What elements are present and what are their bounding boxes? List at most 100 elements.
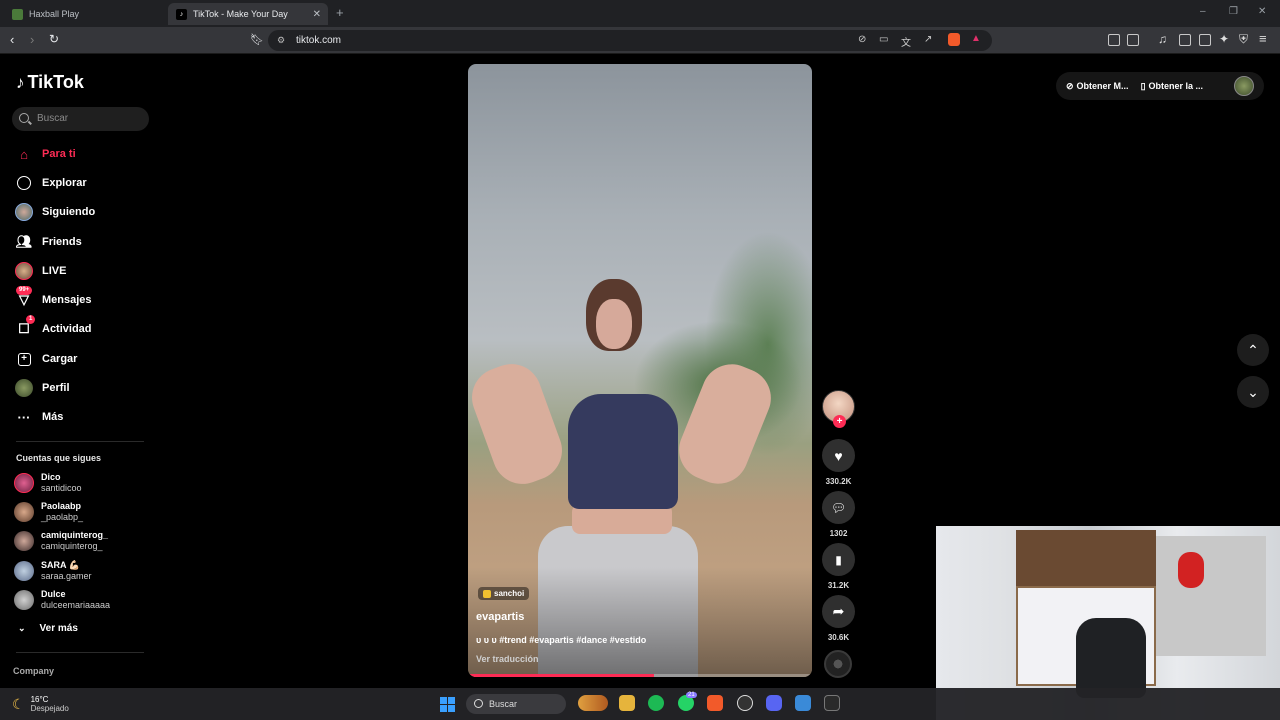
divider <box>16 652 144 653</box>
see-more-button[interactable]: ⌄ Ver más <box>18 623 78 634</box>
avatar <box>14 473 34 493</box>
cast-icon[interactable]: ▭ <box>879 34 888 45</box>
activity-icon: ☐ 1 <box>14 315 36 339</box>
sidebar-item-siguiendo[interactable]: Siguiendo <box>14 201 95 223</box>
follow-plus-icon[interactable]: + <box>833 415 846 428</box>
start-button[interactable] <box>440 697 455 712</box>
translate-icon[interactable]: 文 <box>901 34 911 49</box>
followed-account[interactable]: Dulce dulceemariaaaaa <box>14 587 110 613</box>
sidebar-item-mas[interactable]: ··· Más <box>14 406 64 428</box>
food-app-icon[interactable] <box>578 695 608 711</box>
brave-browser-icon[interactable] <box>707 695 723 711</box>
tiktok-logo[interactable]: ♪ TikTok <box>16 72 84 93</box>
bookmark-icon[interactable]: 🔖︎ <box>250 33 264 46</box>
sidebar-item-para-ti[interactable]: ⌂ Para ti <box>14 143 76 165</box>
sidebar-item-mensajes[interactable]: ▽ 99+ Mensajes <box>14 286 92 311</box>
get-app-button[interactable]: ▯ Obtener la ... <box>1141 81 1203 92</box>
brave-rewards-icon[interactable]: ▲ <box>971 33 981 44</box>
wallet-icon[interactable] <box>1199 34 1211 46</box>
file-explorer-icon[interactable] <box>619 695 635 711</box>
obs-icon[interactable] <box>737 695 753 711</box>
sidebar-item-label: Actividad <box>42 323 92 335</box>
music-disc-icon[interactable] <box>824 650 852 678</box>
reload-icon[interactable]: ↻ <box>49 32 59 46</box>
webcam-content <box>1178 552 1204 588</box>
mute-tab-icon[interactable]: ⊘ <box>858 34 866 45</box>
tab-haxball[interactable]: Haxball Play <box>4 3 164 25</box>
site-info-icon[interactable]: ⚙︎ <box>277 35 285 46</box>
profile-avatar-icon <box>14 378 34 398</box>
maximize-button[interactable]: ❐ <box>1229 6 1238 17</box>
media-icon[interactable]: ♫ <box>1158 32 1167 46</box>
see-translation-link[interactable]: Ver traducción <box>476 654 539 664</box>
tab-tiktok[interactable]: ♪ TikTok - Make Your Day ✕ <box>168 3 328 25</box>
back-icon[interactable]: ‹ <box>10 32 14 47</box>
followed-account[interactable]: camiquinterog_ camiquinterog_ <box>14 528 108 554</box>
share-button[interactable]: ➦ <box>822 595 855 628</box>
account-username: _paolabp_ <box>41 512 84 522</box>
taskbar-search-label: Buscar <box>489 699 518 709</box>
vpn-shield-icon[interactable]: ⛨ <box>1239 32 1248 47</box>
menu-icon[interactable]: ≡ <box>1259 31 1267 46</box>
sidebar-item-actividad[interactable]: ☐ 1 Actividad <box>14 315 92 340</box>
share-count: 30.6K <box>827 633 850 642</box>
sidebar-item-perfil[interactable]: Perfil <box>14 377 70 399</box>
epic-games-icon[interactable] <box>824 695 840 711</box>
minimize-button[interactable]: – <box>1200 6 1206 17</box>
screenshot-icon[interactable] <box>1127 34 1139 46</box>
comment-count: 1302 <box>829 529 848 538</box>
extensions-icon[interactable] <box>1108 34 1120 46</box>
avatar <box>14 502 34 522</box>
leo-ai-icon[interactable]: ✦ <box>1219 32 1229 46</box>
sidebar-item-friends[interactable]: 👥︎ Friends <box>14 231 82 253</box>
chevron-down-icon: ⌄ <box>1247 383 1259 400</box>
sidebar-item-cargar[interactable]: + Cargar <box>14 348 77 370</box>
video-player[interactable]: sanchoi evapartis υ υ υ #trend #evaparti… <box>468 64 812 677</box>
get-coins-button[interactable]: ⊘ Obtener M... <box>1066 81 1129 92</box>
account-name: Dulce <box>41 589 66 599</box>
comment-button[interactable]: 💬︎ <box>822 491 855 524</box>
following-accounts-title: Cuentas que sigues <box>16 453 102 463</box>
webcam-content <box>1156 536 1266 656</box>
address-bar[interactable]: ⚙︎ tiktok.com ⊘ ▭ 文 ↗ ▲ <box>268 30 992 51</box>
like-button[interactable]: ♥ <box>822 439 855 472</box>
see-more-label: Ver más <box>39 623 78 634</box>
taskbar-search[interactable]: Buscar <box>466 694 566 714</box>
close-tab-icon[interactable]: ✕ <box>313 9 321 20</box>
previous-video-button[interactable]: ⌃ <box>1237 334 1269 366</box>
sidebar-toggle-icon[interactable] <box>1179 34 1191 46</box>
sidebar-item-live[interactable]: LIVE <box>14 260 66 282</box>
forward-icon[interactable]: › <box>30 32 34 47</box>
avatar <box>14 531 34 551</box>
save-button[interactable]: ▮ <box>822 543 855 576</box>
notepad-icon[interactable] <box>795 695 811 711</box>
sidebar-item-explorar[interactable]: Explorar <box>14 172 87 194</box>
brave-shields-icon[interactable] <box>948 33 960 46</box>
effect-tag-label: sanchoi <box>494 589 525 598</box>
followed-account[interactable]: Dico santidicoo <box>14 470 82 496</box>
logo-text: TikTok <box>27 72 84 92</box>
followed-account[interactable]: Paolaabp _paolabp_ <box>14 499 83 525</box>
account-name: Dico <box>41 472 61 482</box>
top-right-actions: ⊘ Obtener M... ▯ Obtener la ... <box>1056 72 1264 100</box>
video-content <box>568 394 678 509</box>
next-video-button[interactable]: ⌄ <box>1237 376 1269 408</box>
sidebar-item-label: Cargar <box>42 353 78 365</box>
video-author[interactable]: evapartis <box>476 611 524 623</box>
webcam-content <box>1016 530 1156 588</box>
share-icon[interactable]: ↗ <box>924 34 932 45</box>
close-window-button[interactable]: ✕ <box>1258 6 1266 17</box>
search-input[interactable]: Buscar <box>12 107 149 131</box>
effect-tag-chip[interactable]: sanchoi <box>478 587 530 600</box>
chevron-down-icon: ⌄ <box>18 623 26 633</box>
weather-widget[interactable]: ☾ 16°C Despejado <box>12 695 69 713</box>
new-tab-button[interactable]: + <box>336 5 344 20</box>
video-content <box>596 299 632 349</box>
windows-taskbar: ☾ 16°C Despejado Buscar 21 <box>0 688 1280 720</box>
bookmark-icon: ▮ <box>835 552 842 567</box>
profile-avatar[interactable] <box>1234 76 1254 96</box>
company-link[interactable]: Company <box>13 666 54 676</box>
spotify-icon[interactable] <box>648 695 664 711</box>
followed-account[interactable]: SARA 💪🏻 saraa.gamer <box>14 558 92 584</box>
discord-icon[interactable] <box>766 695 782 711</box>
